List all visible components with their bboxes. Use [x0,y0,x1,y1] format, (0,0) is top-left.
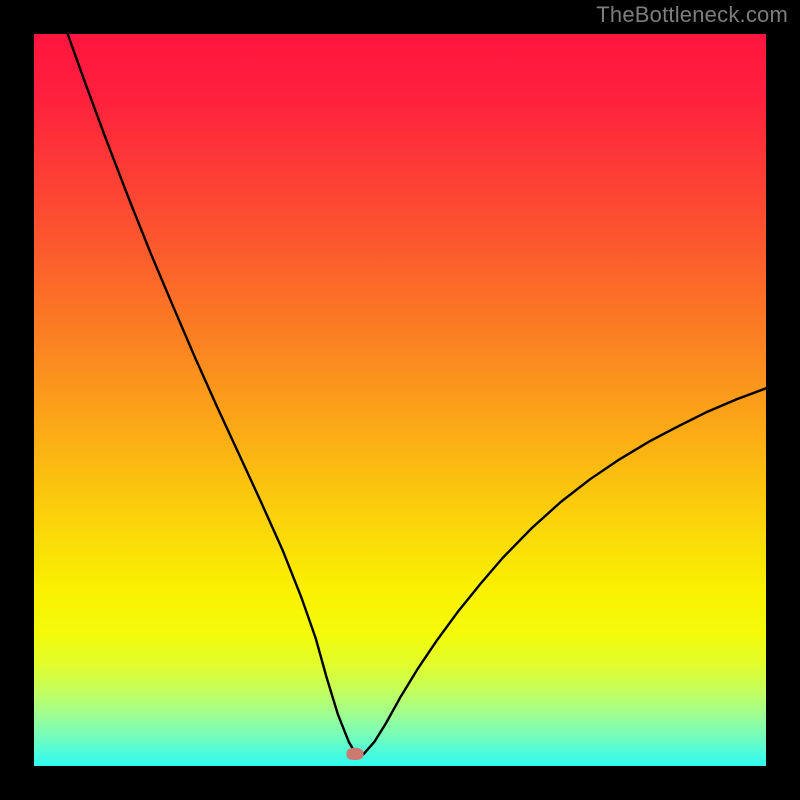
minimum-marker [346,748,363,760]
plot-area [34,34,766,766]
bottleneck-curve [34,34,766,766]
watermark-text: TheBottleneck.com [596,2,788,28]
outer-frame: TheBottleneck.com [0,0,800,800]
